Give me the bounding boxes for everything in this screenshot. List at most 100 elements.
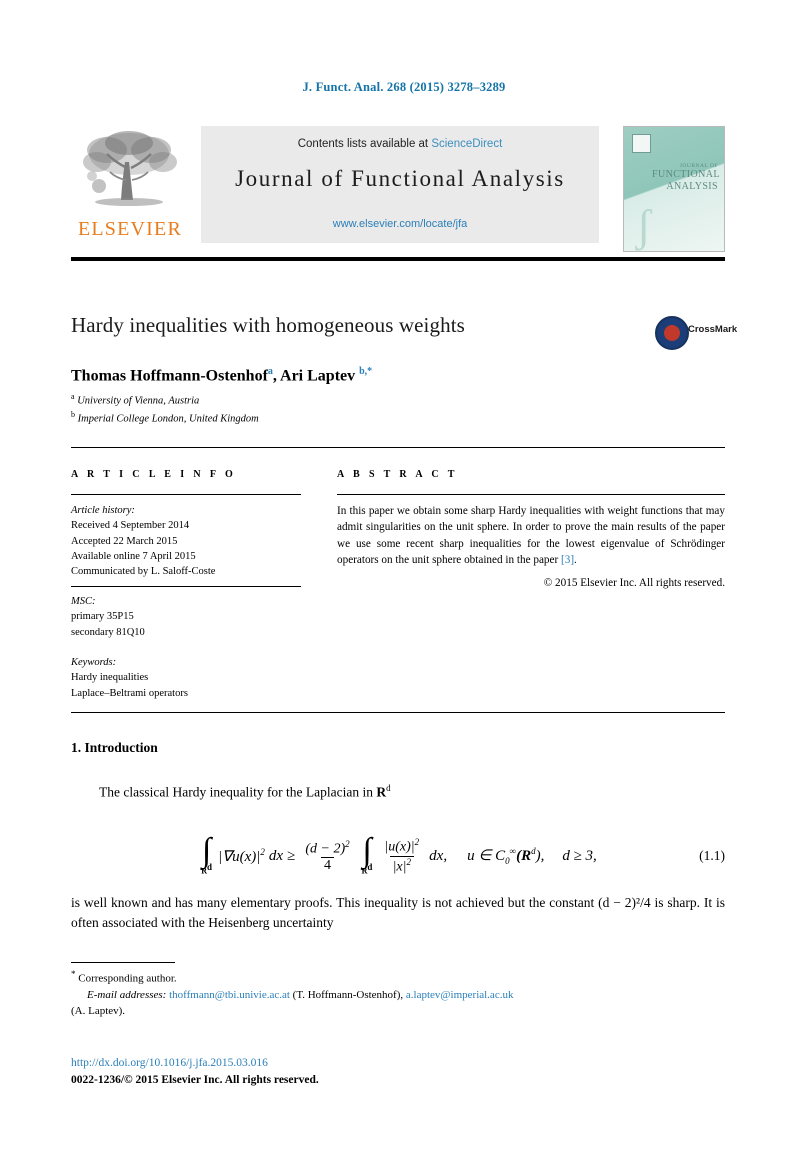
author-separator: , Ari Laptev bbox=[272, 367, 360, 385]
elsevier-wordmark: ELSEVIER bbox=[77, 218, 183, 240]
footer-identifiers: http://dx.doi.org/10.1016/j.jfa.2015.03.… bbox=[71, 1055, 725, 1090]
contents-prefix: Contents lists available at bbox=[297, 138, 432, 150]
cover-line-2: FUNCTIONAL bbox=[652, 169, 720, 181]
abstract-heading-rule bbox=[337, 494, 725, 495]
rhs-fraction: |u(x)|2 |x|2 bbox=[381, 837, 422, 875]
keyword-item: Laplace–Beltrami operators bbox=[71, 687, 188, 699]
sciencedirect-band: Contents lists available at ScienceDirec… bbox=[201, 126, 599, 243]
msc-primary: primary 35P15 bbox=[71, 611, 134, 623]
abstract-copyright: © 2015 Elsevier Inc. All rights reserved… bbox=[543, 577, 725, 590]
rhs-numerator-text: |u(x)| bbox=[384, 839, 415, 855]
intro-paragraph: The classical Hardy inequality for the L… bbox=[71, 782, 725, 803]
elsevier-tree-icon bbox=[83, 131, 177, 206]
email-owner-2: (A. Laptev). bbox=[71, 1004, 126, 1017]
abstract-bottom-rule bbox=[71, 712, 725, 713]
corresponding-author-mark: * bbox=[71, 969, 76, 979]
email-note: E-mail addresses: thoffmann@tbi.univie.a… bbox=[71, 988, 725, 1004]
affiliation-text-a: University of Vienna, Austria bbox=[77, 395, 200, 407]
crossmark-badge[interactable]: CrossMark bbox=[655, 312, 737, 356]
equation-1-1: ∫ Rd |∇u(x)|2 dx ≥ (d − 2)2 4 ∫ Rd |u(x)… bbox=[71, 825, 725, 887]
info-section-top-rule bbox=[71, 447, 725, 448]
abstract-body: In this paper we obtain some sharp Hardy… bbox=[337, 503, 725, 592]
affiliation-item: a University of Vienna, Austria bbox=[71, 391, 691, 409]
abstract-heading: A B S T R A C T bbox=[337, 469, 458, 480]
corresponding-author-note: * Corresponding author. bbox=[71, 968, 725, 988]
abstract-reference-link[interactable]: [3] bbox=[561, 554, 574, 566]
rhs-dx: dx, bbox=[429, 847, 448, 864]
rhs-fraction-numerator: |u(x)|2 bbox=[381, 837, 422, 855]
issn-copyright-line: 0022-1236/© 2015 Elsevier Inc. All right… bbox=[71, 1074, 319, 1087]
affiliation-list: a University of Vienna, Austria b Imperi… bbox=[71, 391, 691, 428]
keywords-block: Keywords: Hardy inequalities Laplace–Bel… bbox=[71, 655, 301, 701]
integral-rhs-icon: ∫ Rd bbox=[361, 831, 373, 876]
condition-1-space: (R bbox=[516, 848, 532, 864]
msc-label: MSC: bbox=[71, 596, 96, 607]
crossmark-circle-icon bbox=[655, 316, 689, 350]
journal-title: Journal of Functional Analysis bbox=[235, 166, 565, 191]
journal-masthead: ELSEVIER Contents lists available at Sci… bbox=[71, 126, 725, 252]
intro-text: The classical Hardy inequality for the L… bbox=[99, 784, 377, 800]
rhs-denominator-text: |x| bbox=[392, 859, 407, 875]
lhs-integrand-sup: 2 bbox=[260, 846, 265, 857]
sciencedirect-link[interactable]: ScienceDirect bbox=[431, 138, 502, 150]
doi-link[interactable]: http://dx.doi.org/10.1016/j.jfa.2015.03.… bbox=[71, 1055, 725, 1072]
cover-swoosh-decoration: ʃ bbox=[636, 200, 652, 251]
cover-line-3: ANALYSIS bbox=[666, 181, 718, 193]
rhs-numerator-sup: 2 bbox=[414, 837, 420, 848]
lhs-integrand: |∇u(x)|2 bbox=[218, 847, 265, 866]
fraction-numerator-sup: 2 bbox=[345, 838, 350, 849]
email-owner-2-line: (A. Laptev). bbox=[71, 1004, 725, 1020]
author-list: Thomas Hoffmann-Ostenhofa, Ari Laptev b,… bbox=[71, 366, 691, 385]
crossmark-label: CrossMark bbox=[688, 324, 738, 335]
masthead-bottom-rule bbox=[71, 257, 725, 261]
rhs-denominator-sup: 2 bbox=[406, 856, 411, 867]
article-history-label: Article history: bbox=[71, 505, 135, 516]
info-heading-rule bbox=[71, 494, 301, 495]
rhs-fraction-denominator: |x|2 bbox=[389, 855, 414, 875]
section-heading-introduction: 1. Introduction bbox=[71, 740, 158, 755]
footnote-block: * Corresponding author. E-mail addresses… bbox=[71, 968, 725, 1019]
condition-1-close: ), bbox=[535, 848, 545, 864]
history-communicated-by: Communicated by L. Saloff-Coste bbox=[71, 566, 216, 578]
email-owner-1: (T. Hoffmann-Ostenhof), bbox=[292, 988, 404, 1001]
affiliation-item: b Imperial College London, United Kingdo… bbox=[71, 409, 691, 427]
msc-secondary: secondary 81Q10 bbox=[71, 626, 145, 638]
contents-available-line: Contents lists available at ScienceDirec… bbox=[201, 138, 599, 150]
lhs-dx: dx bbox=[268, 847, 284, 864]
integral-lhs-domain-sup: d bbox=[206, 861, 212, 872]
equation-condition-2: d ≥ 3, bbox=[562, 847, 597, 864]
email-link-1[interactable]: thoffmann@tbi.univie.ac.at bbox=[169, 989, 290, 1001]
history-accepted: Accepted 22 March 2015 bbox=[71, 535, 178, 547]
equation-expression: ∫ Rd |∇u(x)|2 dx ≥ (d − 2)2 4 ∫ Rd |u(x)… bbox=[199, 831, 597, 876]
integral-lhs-icon: ∫ Rd bbox=[201, 831, 212, 876]
author-1: Thomas Hoffmann-Ostenhof bbox=[71, 367, 268, 385]
keyword-item: Hardy inequalities bbox=[71, 672, 149, 684]
author-2-affiliation-mark[interactable]: b,* bbox=[359, 366, 372, 377]
intro-math-rd: R bbox=[376, 784, 387, 800]
footnote-separator-rule bbox=[71, 962, 175, 963]
lhs-integrand-text: |∇u(x)| bbox=[217, 848, 261, 865]
abstract-text: In this paper we obtain some sharp Hardy… bbox=[337, 505, 725, 567]
article-history-block: Article history: Received 4 September 20… bbox=[71, 503, 301, 580]
paragraph-after-equation: is well known and has many elementary pr… bbox=[71, 895, 725, 931]
corresponding-author-text: Corresponding author. bbox=[78, 972, 177, 985]
info-msc-rule bbox=[71, 586, 301, 587]
abstract-text-end: . bbox=[574, 554, 577, 567]
fraction-denominator: 4 bbox=[320, 856, 334, 874]
email-link-2[interactable]: a.laptev@imperial.ac.uk bbox=[406, 989, 514, 1001]
affiliation-mark-b: b bbox=[71, 410, 75, 420]
equation-relation: ≥ bbox=[287, 847, 296, 864]
condition-1-sub: 0 bbox=[505, 856, 510, 866]
crossmark-inner-circle-icon bbox=[664, 325, 680, 341]
history-available-online: Available online 7 April 2015 bbox=[71, 550, 196, 562]
affiliation-mark-a: a bbox=[71, 392, 75, 401]
constant-fraction: (d − 2)2 4 bbox=[302, 839, 352, 874]
affiliation-text-b: Imperial College London, United Kingdom bbox=[77, 413, 259, 425]
equation-condition-1: u ∈ C0∞(Rd), bbox=[467, 846, 544, 866]
keywords-label: Keywords: bbox=[71, 657, 117, 668]
journal-cover-thumbnail: JOURNAL OF FUNCTIONAL ANALYSIS ʃ bbox=[623, 126, 725, 252]
page-title: Hardy inequalities with homogeneous weig… bbox=[71, 313, 465, 337]
journal-homepage-link[interactable]: www.elsevier.com/locate/jfa bbox=[201, 218, 599, 230]
cover-title: JOURNAL OF FUNCTIONAL ANALYSIS bbox=[652, 163, 720, 193]
msc-block: MSC: primary 35P15 secondary 81Q10 bbox=[71, 594, 301, 640]
